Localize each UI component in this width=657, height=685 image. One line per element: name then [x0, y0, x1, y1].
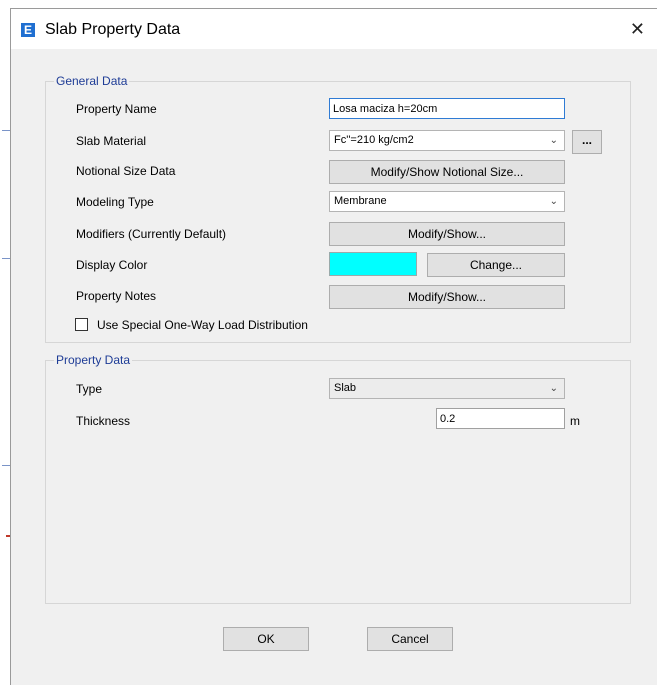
thickness-unit: m	[570, 414, 580, 428]
chevron-down-icon: ⌄	[549, 135, 558, 146]
material-browse-button[interactable]: ...	[572, 130, 602, 154]
modifiers-button[interactable]: Modify/Show...	[329, 222, 565, 246]
property-name-input[interactable]	[329, 98, 565, 119]
property-notes-label: Property Notes	[76, 289, 157, 303]
chevron-down-icon: ⌄	[549, 383, 558, 394]
chevron-down-icon: ⌄	[549, 196, 558, 207]
modeling-type-value: Membrane	[334, 195, 387, 207]
modifiers-label: Modifiers (Currently Default)	[76, 227, 227, 241]
modeling-type-label: Modeling Type	[76, 195, 154, 209]
title-bar: E Slab Property Data ✕	[11, 9, 657, 49]
one-way-load-checkbox[interactable]	[75, 318, 88, 331]
display-color-swatch	[329, 252, 417, 276]
change-color-button[interactable]: Change...	[427, 253, 565, 277]
window-title: Slab Property Data	[45, 21, 181, 38]
type-label: Type	[76, 382, 103, 396]
property-data-legend: Property Data	[54, 353, 133, 367]
thickness-input[interactable]	[436, 408, 565, 429]
slab-material-select[interactable]: Fc''=210 kg/cm2 ⌄	[329, 130, 565, 151]
general-data-legend: General Data	[54, 74, 130, 88]
background-line	[2, 258, 10, 259]
one-way-load-label: Use Special One-Way Load Distribution	[97, 318, 308, 332]
type-value: Slab	[334, 382, 357, 394]
background-line	[2, 130, 10, 131]
cancel-button[interactable]: Cancel	[367, 627, 453, 651]
thickness-label: Thickness	[76, 414, 131, 428]
property-name-label: Property Name	[76, 102, 157, 116]
slab-property-dialog: E Slab Property Data ✕ General Data Prop…	[10, 8, 657, 685]
app-logo-icon: E	[21, 23, 35, 37]
notional-size-label: Notional Size Data	[76, 164, 176, 178]
close-icon[interactable]: ✕	[630, 19, 645, 40]
property-notes-button[interactable]: Modify/Show...	[329, 285, 565, 309]
display-color-label: Display Color	[76, 258, 148, 272]
type-select[interactable]: Slab ⌄	[329, 378, 565, 399]
slab-material-label: Slab Material	[76, 134, 147, 148]
background-line	[2, 465, 10, 466]
slab-material-value: Fc''=210 kg/cm2	[334, 134, 414, 146]
ok-button[interactable]: OK	[223, 627, 309, 651]
notional-size-button[interactable]: Modify/Show Notional Size...	[329, 160, 565, 184]
modeling-type-select[interactable]: Membrane ⌄	[329, 191, 565, 212]
